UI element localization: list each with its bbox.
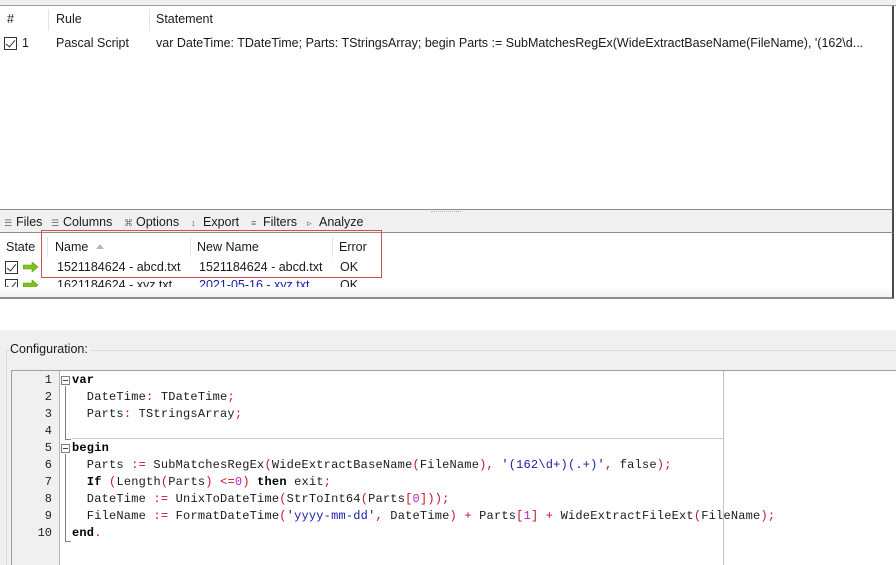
columns-label: Columns [63,215,113,229]
code-line: end. [72,526,102,540]
column-header-name[interactable]: Name [55,237,105,257]
line-number: 8 [44,492,52,506]
options-label: Options [136,215,180,229]
code-editor[interactable]: 1 2 3 4 5 6 7 8 9 10 var DateTime: TDate… [11,370,896,565]
column-header-rule[interactable]: Rule [56,6,82,32]
file-error: OK [340,260,359,274]
line-number: 10 [37,526,52,540]
code-line: DateTime := UnixToDateTime(StrToInt64(Pa… [72,492,450,506]
block-separator [72,438,724,439]
column-header-error[interactable]: Error [339,237,367,257]
file-checkbox[interactable] [5,261,18,274]
files-button[interactable]: ☰ Files [4,214,42,231]
code-line: FileName := FormatDateTime('yyyy-mm-dd',… [72,509,776,523]
fold-collapse-icon[interactable] [61,444,70,453]
files-label: Files [16,215,43,229]
file-checkbox[interactable] [5,279,18,292]
columns-icon: ☰ [51,218,60,228]
line-number: 6 [44,458,52,472]
line-number: 1 [44,373,52,387]
file-row[interactable]: 1621184624 - xyz.txt 2021-05-16 - xyz.tx… [0,276,892,294]
analyze-button[interactable]: ▹ Analyze [307,214,363,231]
line-number: 9 [44,509,52,523]
analyze-icon: ▹ [307,218,312,228]
analyze-label: Analyze [319,215,364,229]
file-new-name-changed: 2021-05-16 - xyz.txt [199,278,310,292]
files-icon: ☰ [4,218,13,228]
column-separator[interactable] [149,9,150,31]
line-number: 5 [44,441,52,455]
file-new-name: 1521184624 - abcd.txt [199,260,323,274]
rules-header: # Rule Statement [0,6,892,32]
file-name: 1621184624 - xyz.txt [57,278,173,292]
line-number: 2 [44,390,52,404]
fold-end [65,541,71,542]
column-separator[interactable] [47,237,48,257]
filters-button[interactable]: ≡ Filters [251,214,297,231]
column-header-name-label: Name [55,240,89,254]
column-header-statement[interactable]: Statement [156,6,213,32]
rule-index: 1 [22,36,29,50]
rules-list[interactable]: # Rule Statement 1 Pascal Script var Dat… [0,6,894,209]
configuration-label: Configuration: [10,342,90,356]
files-toolbar: ☰ Files ☰ Columns ⌘ Options ↕ Export ≡ Filter… [0,209,894,233]
fold-margin [60,371,72,565]
splitter-grip[interactable] [431,211,461,214]
filters-label: Filters [263,215,298,229]
rule-enabled-checkbox[interactable] [4,37,17,50]
fold-line [65,454,66,542]
configuration-group: Configuration: 1 2 3 4 5 6 7 8 9 10 var … [0,330,896,565]
file-row[interactable]: 1521184624 - abcd.txt 1521184624 - abcd.… [0,258,892,276]
column-separator[interactable] [332,237,333,257]
arrow-right-icon [23,262,38,272]
rule-statement: var DateTime: TDateTime; Parts: TStrings… [156,36,864,50]
rule-name: Pascal Script [56,36,129,50]
column-header-new-name[interactable]: New Name [197,237,259,257]
right-margin-line [723,371,724,565]
column-separator[interactable] [190,237,191,257]
group-border [6,350,896,351]
fold-line [65,386,66,440]
line-number: 4 [44,424,52,438]
code-line: var [72,373,95,387]
options-icon: ⌘ [124,218,133,228]
export-label: Export [203,215,240,229]
export-icon: ↕ [191,218,196,228]
column-header-index[interactable]: # [7,6,14,32]
line-number-gutter: 1 2 3 4 5 6 7 8 9 10 [12,371,60,565]
fold-end [65,439,71,440]
arrow-right-icon [23,280,38,290]
code-line: begin [72,441,110,455]
code-line: Parts := SubMatchesRegEx(WideExtractBase… [72,458,672,472]
options-button[interactable]: ⌘ Options [124,214,179,231]
sort-ascending-icon [96,244,105,249]
rule-row[interactable]: 1 Pascal Script var DateTime: TDateTime;… [0,32,892,54]
line-number: 3 [44,407,52,421]
code-line: Parts: TStringsArray; [72,407,243,421]
fold-collapse-icon[interactable] [61,376,70,385]
export-button[interactable]: ↕ Export [191,214,239,231]
code-line: DateTime: TDateTime; [72,390,235,404]
group-border [6,350,7,565]
file-name: 1521184624 - abcd.txt [57,260,181,274]
code-line: If (Length(Parts) <=0) then exit; [86,475,332,489]
column-header-state[interactable]: State [6,237,35,257]
file-error: OK [340,278,359,292]
filters-icon: ≡ [251,218,257,228]
columns-button[interactable]: ☰ Columns [51,214,112,231]
line-number: 7 [44,475,52,489]
files-list[interactable]: State Name New Name Error 1521184624 - a… [0,233,894,299]
column-separator[interactable] [48,9,49,31]
